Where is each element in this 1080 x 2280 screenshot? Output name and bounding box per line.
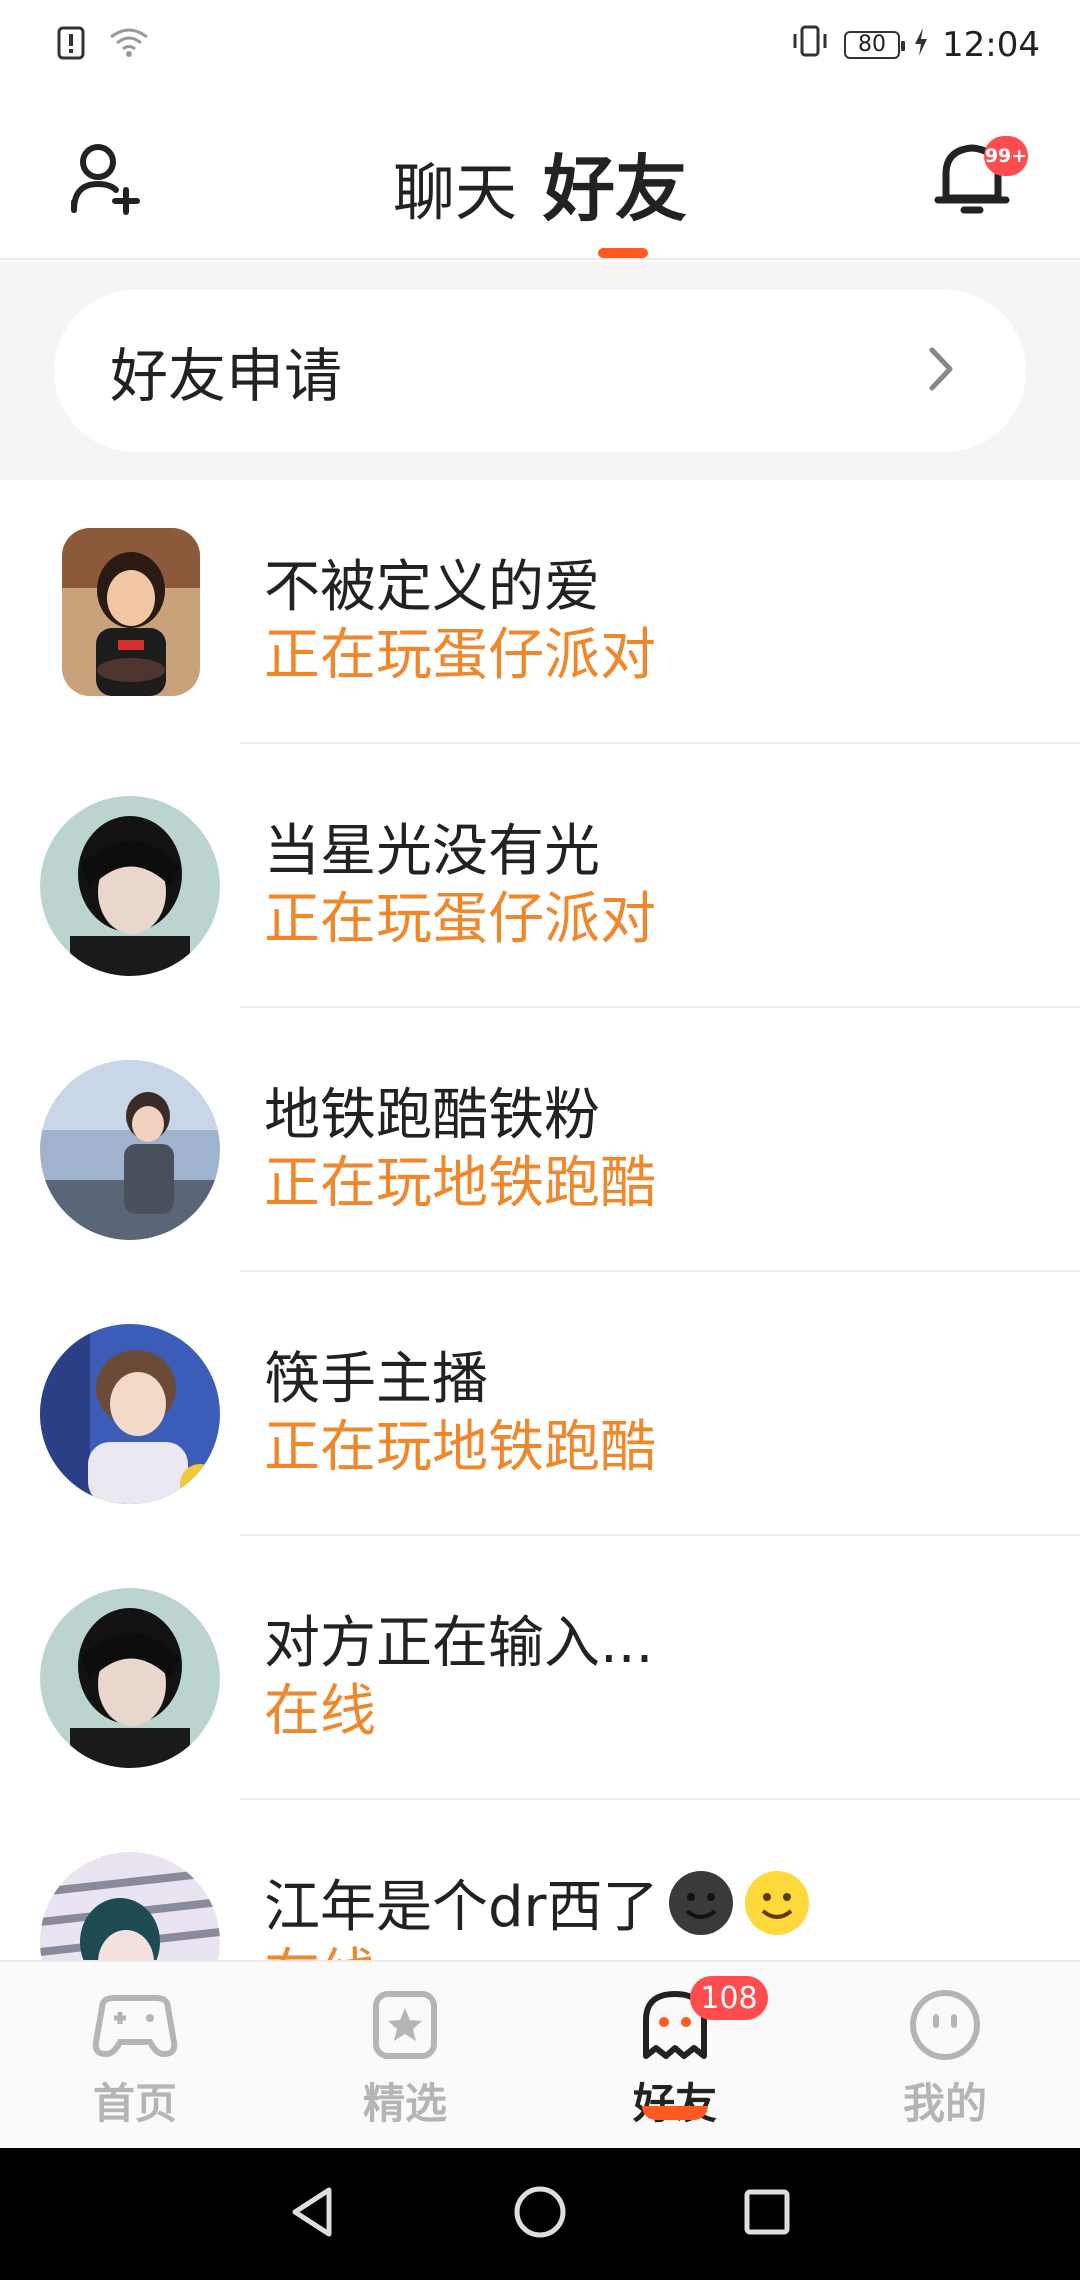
friend-request-section: 好友申请 [0, 262, 1080, 480]
friend-status: 在线 [264, 1930, 376, 1960]
gamepad-icon [92, 1988, 178, 2062]
friend-status: 正在玩地铁跑酷 [264, 1151, 656, 1216]
friend-row[interactable]: 筷手主播 正在玩地铁跑酷 [0, 1272, 1080, 1536]
nav-home[interactable]: 首页 [0, 1962, 270, 2148]
dark-smiley-icon [667, 1869, 735, 1937]
smiley-icon [743, 1869, 811, 1937]
face-icon [902, 1988, 988, 2062]
wifi-icon [108, 27, 150, 63]
friend-row[interactable]: 当星光没有光 正在玩蛋仔派对 [0, 744, 1080, 1008]
charging-icon [914, 25, 928, 65]
clock-time: 12:04 [942, 25, 1040, 65]
vibrate-icon [790, 24, 830, 67]
friend-status: 在线 [264, 1679, 376, 1744]
home-icon[interactable] [512, 2184, 568, 2244]
nav-featured[interactable]: 精选 [270, 1962, 540, 2148]
friend-request-label: 好友申请 [110, 342, 343, 410]
active-tab-indicator [598, 248, 648, 258]
star-bookmark-icon [362, 1988, 448, 2062]
friend-row[interactable]: 对方正在输入... 在线 [0, 1536, 1080, 1800]
nav-friends[interactable]: 好友 [540, 1962, 810, 2148]
friend-status: 正在玩蛋仔派对 [264, 623, 656, 688]
avatar [40, 1324, 220, 1504]
avatar [40, 796, 220, 976]
nav-home-label: 首页 [92, 2079, 177, 2128]
nav-mine-label: 我的 [902, 2079, 987, 2128]
nav-mine[interactable]: 我的 [810, 1962, 1080, 2148]
system-nav-bar [0, 2148, 1080, 2280]
friend-row[interactable]: 不被定义的爱 正在玩蛋仔派对 [0, 480, 1080, 744]
friends-list: 不被定义的爱 正在玩蛋仔派对 当星光没有光 正在玩蛋仔派对 地铁跑酷铁粉 正在玩… [0, 480, 1080, 1960]
back-icon[interactable] [285, 2184, 341, 2244]
recents-icon[interactable] [739, 2184, 795, 2244]
friend-request-button[interactable]: 好友申请 [54, 290, 1026, 452]
friend-row[interactable]: 地铁跑酷铁粉 正在玩地铁跑酷 [0, 1008, 1080, 1272]
nav-featured-label: 精选 [362, 2079, 447, 2128]
friend-status: 正在玩地铁跑酷 [264, 1415, 656, 1480]
avatar [40, 1060, 220, 1240]
avatar [40, 1852, 220, 1960]
notification-badge: 99+ [984, 136, 1028, 176]
avatar [62, 528, 200, 696]
friends-badge: 108 [690, 1976, 768, 2020]
status-bar: 80 12:04 [0, 0, 1080, 90]
tab-chat[interactable]: 聊天 [393, 142, 517, 232]
chevron-right-icon [926, 346, 956, 396]
friend-row[interactable]: 江年是个dr西了 在线 [0, 1800, 1080, 1960]
avatar [40, 1588, 220, 1768]
top-header: 聊天 好友 99+ [0, 90, 1080, 260]
battery-indicator: 80 [844, 31, 906, 59]
friend-status: 正在玩蛋仔派对 [264, 887, 656, 952]
friends-screen: 80 12:04 聊天 好友 99+ 好友申请 不被定义的爱 正在玩蛋仔派对 当… [0, 0, 1080, 2280]
header-tabs: 聊天 好友 [0, 130, 1080, 235]
tab-friends[interactable]: 好友 [543, 130, 687, 235]
alert-icon [56, 26, 86, 64]
nav-friends-label: 好友 [632, 2079, 717, 2128]
bottom-nav: 首页 精选 好友 我的 [0, 1960, 1080, 2148]
active-nav-indicator [642, 2106, 708, 2120]
